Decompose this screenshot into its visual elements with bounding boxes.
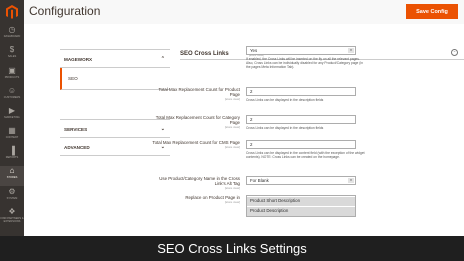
menu-item-label: DASHBOARD xyxy=(3,35,21,38)
alt-tag-value: For Blank xyxy=(250,178,269,183)
menu-item-label: SYSTEM xyxy=(6,197,18,200)
scope-label: [store view] xyxy=(224,97,240,101)
multiselect-option[interactable]: Product Short Description xyxy=(247,197,355,206)
alt-tag-label: Use Product/Category Name in the Cross L… xyxy=(150,176,240,191)
puzzle-icon: ❖ xyxy=(8,207,16,216)
config-content: MAGEWORX ⌃ SEO SERVICES ⌄ ADVANCED ⌄ SEO… xyxy=(24,24,464,236)
cms-max-note: Cross Links can be displayed in the cont… xyxy=(246,151,365,159)
enable-value: Yes xyxy=(250,48,258,53)
collapse-section-icon[interactable]: ⌃ xyxy=(451,49,458,56)
product-max-note: Cross Links can be displayed in the desc… xyxy=(246,98,324,102)
menu-item-reports[interactable]: ▐ REPORTS xyxy=(0,146,24,166)
megaphone-icon: ▶ xyxy=(8,106,16,115)
menu-item-stores[interactable]: ⌂ STORES xyxy=(0,166,24,186)
caption-bar: SEO Cross Links Settings xyxy=(0,236,464,261)
select-arrow-icon: ▾ xyxy=(348,48,354,53)
layout-icon: ▦ xyxy=(8,126,16,135)
alt-tag-select[interactable]: For Blank ▾ xyxy=(246,176,356,185)
menu-item-label: SALES xyxy=(7,55,17,58)
menu-item-customers[interactable]: ☺ CUSTOMERS xyxy=(0,86,24,106)
tab-group-label: SERVICES xyxy=(64,127,88,132)
category-max-label-text: Total Max Replacement Count for Category… xyxy=(155,115,240,125)
person-icon: ☺ xyxy=(7,86,17,95)
scope-label: [store view] xyxy=(224,125,240,129)
menu-item-dashboard[interactable]: ◷ DASHBOARD xyxy=(0,25,24,45)
menu-item-label: PRODUCTS xyxy=(4,76,20,79)
menu-item-system[interactable]: ⚙ SYSTEM xyxy=(0,187,24,207)
menu-item-label: CUSTOMERS xyxy=(3,96,21,99)
alt-tag-label-text: Use Product/Category Name in the Cross L… xyxy=(159,176,240,186)
bar-chart-icon: ▐ xyxy=(9,146,15,155)
page-title: Configuration xyxy=(29,4,101,18)
enable-select[interactable]: Yes ▾ xyxy=(246,46,356,55)
tab-group-mageworx[interactable]: MAGEWORX ⌃ xyxy=(60,50,170,68)
menu-item-find-partners-extensions[interactable]: ❖ FIND PARTNERS & EXTENSIONS xyxy=(0,207,24,227)
product-max-input[interactable]: 2 xyxy=(246,87,356,96)
admin-menu: ◷ DASHBOARD $ SALES ▣ PRODUCTS ☺ CUSTOMERS ▶ MARK… xyxy=(0,0,24,261)
tab-group-label: MAGEWORX xyxy=(64,57,93,62)
select-arrow-icon: ▾ xyxy=(348,178,354,183)
video-caption: SEO Cross Links Settings xyxy=(157,241,307,256)
menu-item-label: MARKETING xyxy=(4,116,20,119)
cube-icon: ▣ xyxy=(8,66,16,75)
magento-logo-icon[interactable] xyxy=(4,4,20,20)
menu-item-label: STORES xyxy=(6,176,18,179)
category-max-note: Cross Links can be displayed in the desc… xyxy=(246,126,324,130)
replace-on-label: Replace on Product Page in [store view] xyxy=(150,195,240,205)
cms-max-input[interactable]: 2 xyxy=(246,140,356,149)
scope-label: [store view] xyxy=(224,186,240,190)
save-config-button[interactable]: Save Config xyxy=(406,4,458,19)
admin-page: ◷ DASHBOARD $ SALES ▣ PRODUCTS ☺ CUSTOMERS ▶ MARK… xyxy=(0,0,464,261)
cms-max-label: Total Max Replacement Count for CMS Page… xyxy=(150,140,240,150)
product-max-label: Total Max Replacement Count for Product … xyxy=(150,87,240,102)
menu-item-label: REPORTS xyxy=(5,156,19,159)
menu-item-marketing[interactable]: ▶ MARKETING xyxy=(0,106,24,126)
menu-item-label: CONTENT xyxy=(5,136,19,139)
multiselect-option[interactable]: Product Description xyxy=(247,207,355,216)
menu-item-content[interactable]: ▦ CONTENT xyxy=(0,126,24,146)
product-max-label-text: Total Max Replacement Count for Product … xyxy=(158,87,240,97)
enable-note: If enabled, the Cross Links will be inse… xyxy=(246,57,363,69)
category-max-input[interactable]: 2 xyxy=(246,115,356,124)
gear-icon: ⚙ xyxy=(8,187,16,196)
menu-item-products[interactable]: ▣ PRODUCTS xyxy=(0,66,24,86)
scope-label: [store view] xyxy=(224,145,240,149)
dashboard-icon: ◷ xyxy=(8,25,16,34)
replace-on-multiselect[interactable]: Product Short Description Product Descri… xyxy=(246,195,356,217)
scope-label: [store view] xyxy=(224,200,240,204)
page-header: Configuration Save Config xyxy=(24,0,464,24)
dollar-icon: $ xyxy=(9,45,15,54)
menu-item-sales[interactable]: $ SALES xyxy=(0,45,24,65)
menu-item-label: FIND PARTNERS & EXTENSIONS xyxy=(0,217,24,223)
store-icon: ⌂ xyxy=(9,166,15,175)
tab-group-label: ADVANCED xyxy=(64,145,90,150)
chevron-up-icon: ⌃ xyxy=(160,56,165,62)
category-max-label: Total Max Replacement Count for Category… xyxy=(150,115,240,130)
